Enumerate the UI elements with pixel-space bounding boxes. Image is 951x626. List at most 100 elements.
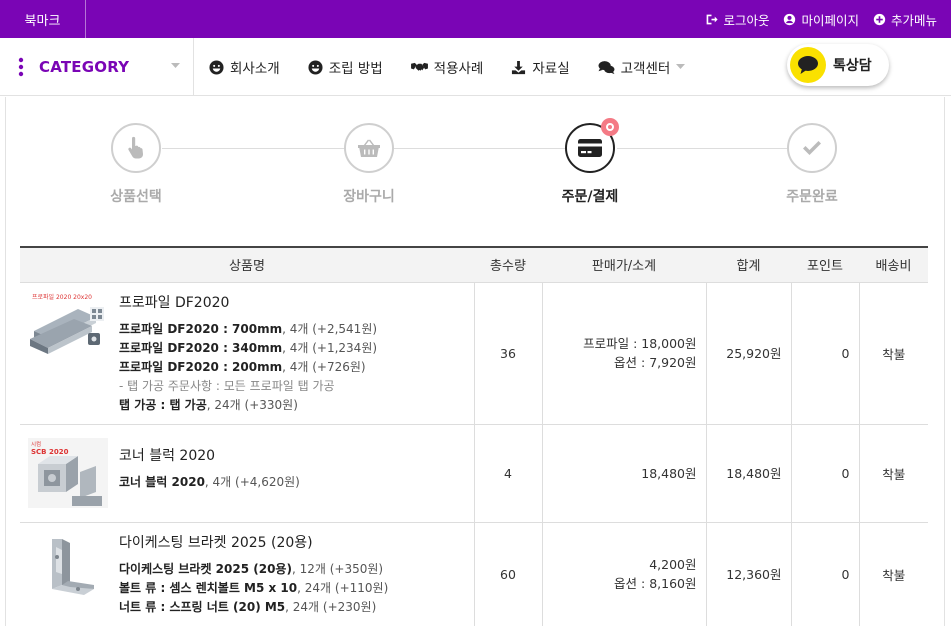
option-note: - 탭 가공 주문사항 : 모든 프로파일 탭 가공 [119,378,335,393]
option-name: 프로파일 DF2020 : 340mm [119,340,283,355]
product-name[interactable]: 코너 블럭 2020 [119,445,468,465]
pointer-hand-icon [128,136,144,159]
product-cell: 시컴 SCB 2020 코너 블럭 2020 코너 블럭 2020, 4개 (+… [20,424,474,523]
kakao-talk-button[interactable]: 톡상담 [787,44,889,86]
shipping-cell: 착불 [858,522,928,626]
qty-cell: 60 [473,522,542,626]
option-detail: , 4개 (+1,234원) [282,340,378,355]
product-thumbnail[interactable] [28,530,108,601]
step-circle [111,123,161,173]
total-cell: 25,920원 [705,282,791,425]
check-icon [803,141,821,155]
total-cell: 18,480원 [705,424,791,523]
nav-item-assembly[interactable]: 조립 방법 [308,57,383,77]
user-icon [784,13,796,25]
thumb-caption: 프로파일 2020 20x20 [32,293,92,301]
logout-link[interactable]: 로그아웃 [705,10,769,29]
point-cell: 0 [790,282,859,425]
price-line: 18,480원 [641,465,697,481]
point-cell: 0 [790,424,859,523]
mypage-link[interactable]: 마이페이지 [783,10,859,29]
option-detail: , 4개 (+4,620원) [204,474,300,489]
step-circle [787,123,837,173]
category-label: CATEGORY [39,58,130,76]
shipping-cell: 착불 [858,424,928,523]
step-label: 장바구니 [343,189,395,205]
top-bar: 북마크 로그아웃 마이페이지 추가메뉴 [0,0,951,38]
more-menu-label: 추가메뉴 [890,12,937,28]
option-name: 다이케스팅 브라켓 2025 (20용) [119,561,292,576]
col-header-shipping: 배송비 [859,246,928,283]
step-cart: 장바구니 [309,123,429,206]
caret-down-icon [676,64,686,69]
main-nav: CATEGORY 회사소개 조립 방법 적용사례 자료실 고객센터 톡상담 [0,38,951,96]
smile-icon [308,59,323,75]
step-label: 주문완료 [786,189,838,205]
nav-item-cases-label: 적용사례 [433,61,484,77]
nav-item-downloads-label: 자료실 [532,61,570,77]
point-cell: 0 [790,522,859,626]
bookmark-button[interactable]: 북마크 [0,0,86,38]
col-header-qty: 총수량 [474,246,542,283]
col-header-total: 합계 [706,246,791,283]
kebab-icon [18,57,24,77]
product-thumbnail[interactable]: 시컴 SCB 2020 [28,437,108,508]
product-cell: 프로파일 2020 20x20 프로파일 DF2020 프로파일 DF2020 … [20,282,474,425]
logout-label: 로그아웃 [723,12,770,28]
more-menu-link[interactable]: 추가메뉴 [873,10,937,29]
download-icon [512,60,526,74]
logout-icon [707,14,719,24]
price-line: 프로파일 : 18,000원 [583,336,697,351]
nav-item-assembly-label: 조립 방법 [328,61,383,77]
option-detail: , 4개 (+2,541원) [282,321,378,336]
nav-item-about[interactable]: 회사소개 [209,57,280,77]
option-name: 볼트 류 : 셈스 렌치볼트 M5 x 10 [119,580,298,595]
chat-icon [598,60,615,74]
price-cell: 프로파일 : 18,000원 옵션 : 7,920원 [541,282,706,425]
nav-item-downloads[interactable]: 자료실 [511,57,570,77]
nav-item-cases[interactable]: 적용사례 [410,57,484,77]
product-thumbnail[interactable]: 프로파일 2020 20x20 [28,290,108,361]
basket-icon [358,139,380,157]
option-detail: , 24개 (+110원) [297,580,389,595]
col-header-price: 판매가/소계 [542,246,706,283]
mypage-label: 마이페이지 [801,12,859,28]
option-name: 프로파일 DF2020 : 700mm [119,321,283,336]
caret-down-icon [171,63,180,68]
step-circle [565,118,619,173]
nav-item-support-label: 고객센터 [620,61,671,77]
step-label: 주문/결제 [561,189,619,205]
option-name: 코너 블럭 2020 [119,474,205,489]
option-name: 탭 가공 : 탭 가공 [119,397,207,412]
top-links: 로그아웃 마이페이지 추가메뉴 [705,0,937,38]
step-select-product: 상품선택 [76,123,196,206]
qty-cell: 36 [473,282,542,425]
nav-items: 회사소개 조립 방법 적용사례 자료실 고객센터 [209,38,713,96]
thumb-caption: SCB 2020 [31,448,69,456]
price-cell: 4,200원 옵션 : 8,160원 [541,522,706,626]
step-checkout: 주문/결제 [530,118,650,206]
price-line: 옵션 : 7,920원 [614,355,697,370]
card-icon [578,139,602,157]
step-complete: 주문완료 [752,123,872,206]
option-name: 프로파일 DF2020 : 200mm [119,359,283,374]
category-menu[interactable]: CATEGORY [0,38,194,96]
plus-circle-icon [873,13,886,25]
kakao-bubble-icon [790,47,826,83]
nav-item-support[interactable]: 고객센터 [598,57,686,77]
content-area: 상품선택 장바구니 주문/결제 주문완료 상품명 총수량 판매가/소계 합계 포… [5,97,945,626]
order-table: 상품명 총수량 판매가/소계 합계 포인트 배송비 프로파일 2020 20x2… [20,246,928,626]
price-line: 옵션 : 8,160원 [614,576,697,591]
option-detail: , 24개 (+230원) [285,599,377,614]
col-header-product: 상품명 [20,246,474,283]
col-header-point: 포인트 [791,246,859,283]
handshake-icon [410,62,428,71]
price-cell: 18,480원 [541,424,706,523]
option-name: 너트 류 : 스프링 너트 (20) M5 [119,599,286,614]
table-row: 시컴 SCB 2020 코너 블럭 2020 코너 블럭 2020, 4개 (+… [20,424,928,523]
svg-text:시컴: 시컴 [31,440,41,448]
product-name[interactable]: 다이케스팅 브라켓 2025 (20용) [119,532,468,552]
price-line: 4,200원 [649,557,697,572]
product-name[interactable]: 프로파일 DF2020 [119,292,468,312]
option-detail: , 24개 (+330원) [206,397,298,412]
